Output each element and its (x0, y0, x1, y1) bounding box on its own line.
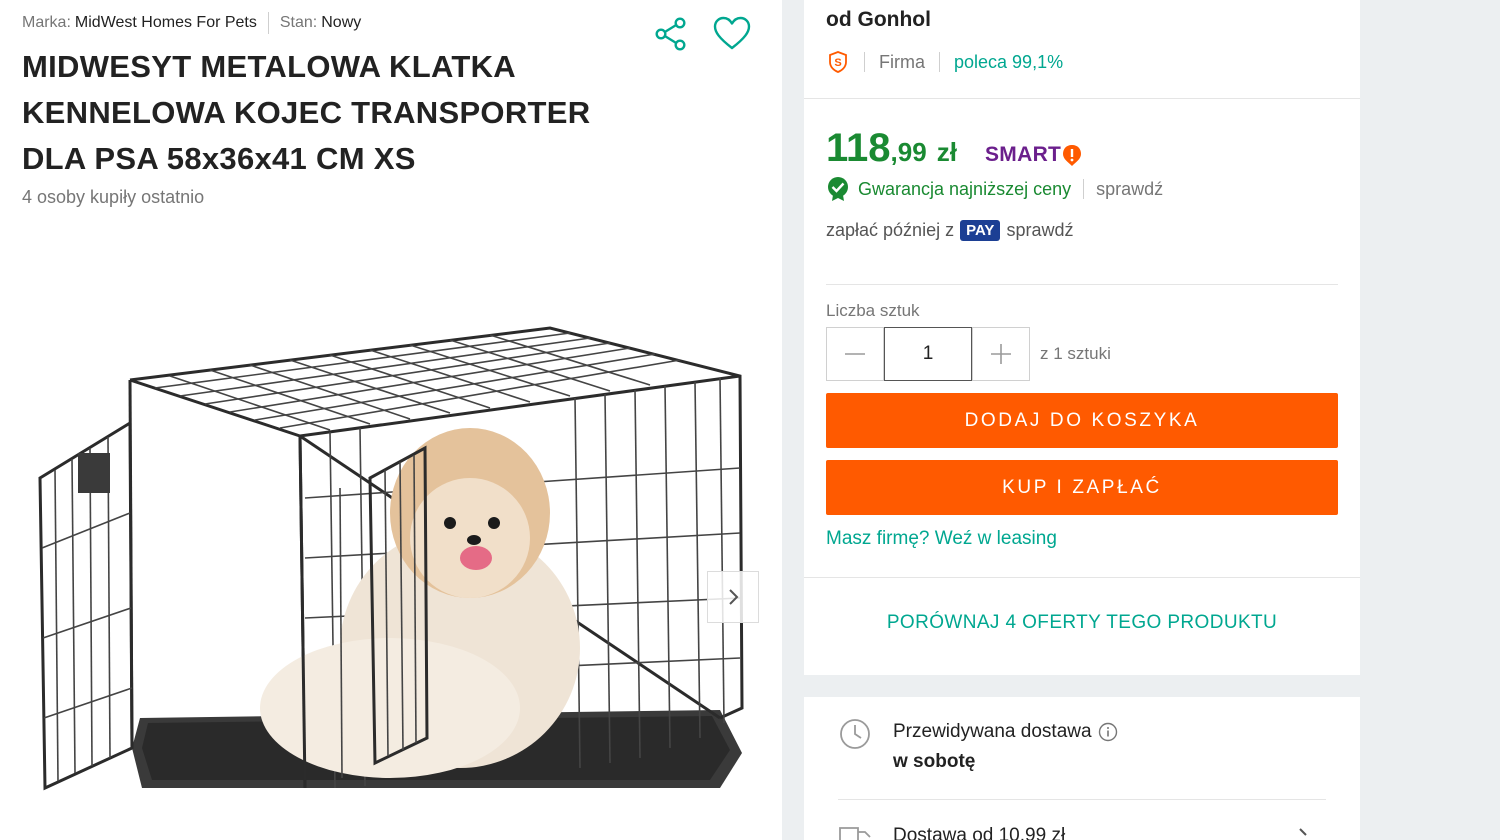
clock-icon (840, 719, 870, 749)
quantity-increase-button[interactable] (972, 327, 1030, 381)
brand-label: Marka: (22, 14, 71, 31)
chevron-right-icon (729, 589, 739, 605)
quantity-input[interactable]: 1 (884, 327, 972, 381)
condition-value: Nowy (321, 14, 362, 31)
heart-icon[interactable] (712, 14, 752, 54)
delivery-cost[interactable]: Dostawa od 10,99 zł (893, 825, 1065, 840)
info-icon[interactable] (1098, 722, 1118, 742)
guarantee-check-icon (828, 177, 848, 201)
super-seller-icon: S (829, 51, 847, 73)
share-icon[interactable] (651, 14, 691, 54)
smart-exclamation-icon (1063, 145, 1082, 166)
divider (826, 284, 1338, 285)
divider (804, 577, 1360, 578)
recent-buyers: 4 osoby kupiły ostatnio (22, 187, 205, 207)
price-currency: zł (936, 137, 957, 167)
quantity-decrease-button[interactable] (826, 327, 884, 381)
price-integer: 118 (826, 126, 891, 170)
divider (864, 52, 865, 72)
product-panel: Marka: MidWest Homes For Pets Stan: Nowy… (0, 0, 782, 840)
delivery-title: Przewidywana dostawa (893, 721, 1092, 742)
pay-later: zapłać później z PAY sprawdź (826, 220, 1073, 241)
available-units: z 1 sztuki (1040, 344, 1111, 363)
chevron-right-icon[interactable] (1296, 827, 1310, 839)
seller-rating-link[interactable]: poleca 99,1% (954, 52, 1063, 73)
compare-offers-link[interactable]: PORÓWNAJ 4 OFERTY TEGO PRODUKTU (804, 612, 1360, 634)
product-image[interactable] (30, 318, 750, 840)
quantity-label: Liczba sztuk (826, 301, 920, 320)
leasing-link[interactable]: Masz firmę? Weź w leasing (826, 528, 1057, 550)
truck-icon (839, 827, 871, 840)
divider (804, 98, 1360, 99)
pay-badge: PAY (960, 220, 1001, 241)
price-guarantee: Gwarancja najniższej ceny sprawdź (826, 176, 1163, 202)
pay-later-text: zapłać później z (826, 220, 955, 240)
product-title: MIDWESYT METALOWA KLATKA KENNELOWA KOJEC… (22, 49, 591, 176)
delivery-day: w sobotę (893, 751, 976, 772)
guarantee-check-link[interactable]: sprawdź (1096, 179, 1163, 200)
delivery-estimate: Przewidywana dostawa (893, 721, 1118, 743)
product-meta: Marka: MidWest Homes For Pets Stan: Nowy (22, 12, 361, 34)
plus-icon (991, 344, 1011, 364)
divider (838, 799, 1326, 800)
price-decimal: ,99 (890, 137, 927, 167)
divider (1083, 179, 1085, 199)
seller-info: S Firma poleca 99,1% (826, 50, 1063, 74)
guarantee-text: Gwarancja najniższej ceny (858, 178, 1072, 199)
svg-text:S: S (834, 57, 841, 69)
smart-label: SMART (985, 143, 1062, 166)
brand-link[interactable]: MidWest Homes For Pets (75, 14, 257, 32)
minus-icon (845, 353, 865, 355)
image-next-button[interactable] (707, 571, 759, 623)
divider (939, 52, 940, 72)
seller-name[interactable]: od Gonhol (826, 8, 931, 32)
quantity-stepper: 1 (826, 327, 1030, 381)
pay-later-check-link[interactable]: sprawdź (1006, 220, 1073, 241)
buy-box: od Gonhol S Firma poleca 99,1% 118 ,99 z… (804, 0, 1360, 675)
buy-now-button[interactable]: KUP I ZAPŁAĆ (826, 460, 1338, 515)
condition-label: Stan: (279, 14, 318, 31)
seller-type: Firma (879, 51, 925, 72)
add-to-cart-button[interactable]: DODAJ DO KOSZYKA (826, 393, 1338, 448)
smart-badge[interactable]: SMART (985, 143, 1083, 167)
price: 118 ,99 zł (826, 126, 957, 171)
delivery-box: Przewidywana dostawa w sobotę Dostawa od… (804, 697, 1360, 840)
divider (267, 12, 269, 34)
